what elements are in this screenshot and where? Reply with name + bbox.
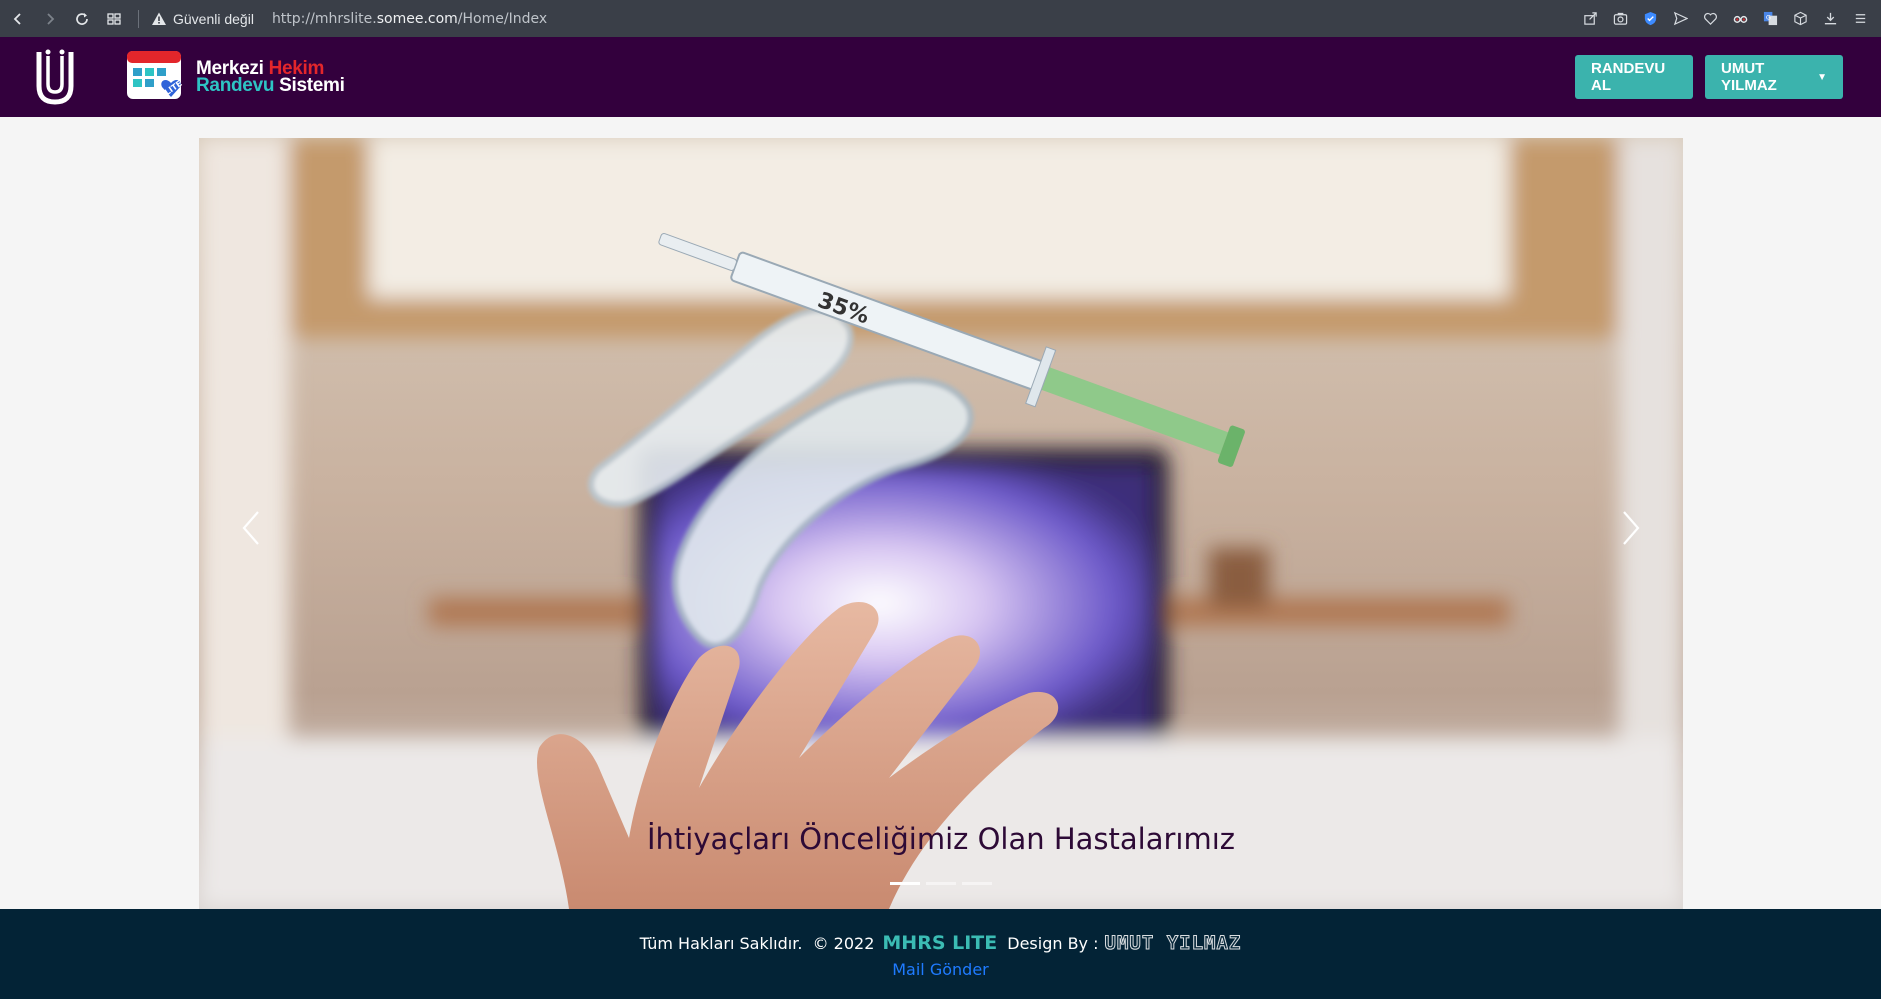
browser-toolbar: Güvenli değil http://mhrslite.somee.com/… [0, 0, 1881, 37]
make-appointment-button[interactable]: RANDEVU AL [1575, 55, 1693, 99]
translate-icon: G [1763, 11, 1777, 26]
brand-word-sistemi: Sistemi [279, 75, 345, 96]
hero-carousel: 35% İhtiyaçları Önceliğimiz Olan Hastala… [199, 138, 1683, 909]
reload-icon [76, 12, 88, 25]
user-menu-label: UMUT YILMAZ [1721, 60, 1777, 94]
u-logo-icon[interactable] [32, 46, 78, 108]
translate-button[interactable]: G [1759, 8, 1781, 30]
footer-product: MHRS LITE [882, 932, 998, 954]
carousel-slide-image: 35% [199, 138, 1683, 909]
forward-arrow-icon [47, 12, 55, 25]
cube-icon [1793, 11, 1807, 26]
carousel-indicators [199, 882, 1683, 885]
footer-design-by: Design By : [1007, 934, 1099, 953]
carousel-caption: İhtiyaçları Önceliğimiz Olan Hastalarımı… [646, 822, 1235, 856]
chevron-left-icon [242, 511, 259, 545]
security-indicator[interactable]: Güvenli değil [151, 11, 254, 27]
chevron-right-icon [1623, 511, 1640, 545]
user-menu-dropdown[interactable]: UMUT YILMAZ ▼ [1705, 55, 1843, 99]
send-icon [1673, 11, 1688, 26]
glasses-icon [1733, 15, 1747, 23]
navbar-actions: RANDEVU AL UMUT YILMAZ ▼ [1575, 55, 1881, 99]
footer-copyright: © 2022 [812, 934, 875, 953]
carousel-indicator-3[interactable] [962, 882, 992, 885]
share-button[interactable] [1579, 8, 1601, 30]
brand-word-randevu: Randevu [196, 75, 275, 96]
footer-credits: Tüm Hakları Saklıdır. © 2022 MHRS LITE D… [0, 932, 1881, 955]
favorites-button[interactable] [1699, 8, 1721, 30]
app-navbar: LITE Merkezi Hekim Randevu Sistemi RANDE… [0, 37, 1881, 117]
brand-logo[interactable]: LITE Merkezi Hekim Randevu Sistemi [126, 49, 345, 105]
page-footer: Tüm Hakları Saklıdır. © 2022 MHRS LITE D… [0, 909, 1881, 999]
menu-button[interactable] [1849, 8, 1871, 30]
carousel-indicator-2[interactable] [926, 882, 956, 885]
grid-icon [107, 12, 121, 25]
download-icon [1824, 12, 1836, 25]
reload-button[interactable] [68, 5, 96, 33]
address-bar[interactable]: http://mhrslite.somee.com/Home/Index [272, 11, 547, 27]
url-path: /Home/Index [457, 10, 548, 27]
share-icon [1583, 12, 1597, 25]
toolbar-divider [138, 9, 139, 28]
footer-rights: Tüm Hakları Saklıdır. [639, 934, 803, 953]
screenshot-button[interactable] [1609, 8, 1631, 30]
calendar-logo-icon: LITE [127, 51, 184, 99]
svg-text:G: G [1765, 13, 1770, 21]
mail-link[interactable]: Mail Gönder [0, 960, 1881, 979]
vpn-button[interactable] [1639, 8, 1661, 30]
caret-down-icon: ▼ [1817, 71, 1827, 83]
warning-icon [152, 12, 166, 25]
make-appointment-label: RANDEVU AL [1591, 60, 1666, 94]
downloads-button[interactable] [1819, 8, 1841, 30]
extension-glasses-button[interactable] [1729, 8, 1751, 30]
heart-icon [1703, 12, 1717, 25]
forward-button[interactable] [36, 5, 64, 33]
url-domain: somee.com [376, 10, 458, 27]
footer-designer-logo: UMUT YILMAZ [1104, 932, 1242, 955]
hamburger-menu-icon [1855, 14, 1865, 23]
carousel-next-button[interactable] [1611, 498, 1651, 558]
carousel-prev-button[interactable] [231, 498, 271, 558]
send-button[interactable] [1669, 8, 1691, 30]
extension-toolbar: G [1579, 8, 1881, 30]
brand-title: Merkezi Hekim Randevu Sistemi [196, 59, 345, 96]
security-label: Güvenli değil [173, 10, 254, 27]
shield-icon [1644, 11, 1656, 26]
back-button[interactable] [4, 5, 32, 33]
package-button[interactable] [1789, 8, 1811, 30]
back-arrow-icon [13, 12, 21, 25]
camera-icon [1613, 12, 1627, 25]
tabs-grid-button[interactable] [100, 5, 128, 33]
url-prefix: http://mhrslite. [271, 10, 377, 27]
carousel-indicator-1[interactable] [890, 882, 920, 885]
